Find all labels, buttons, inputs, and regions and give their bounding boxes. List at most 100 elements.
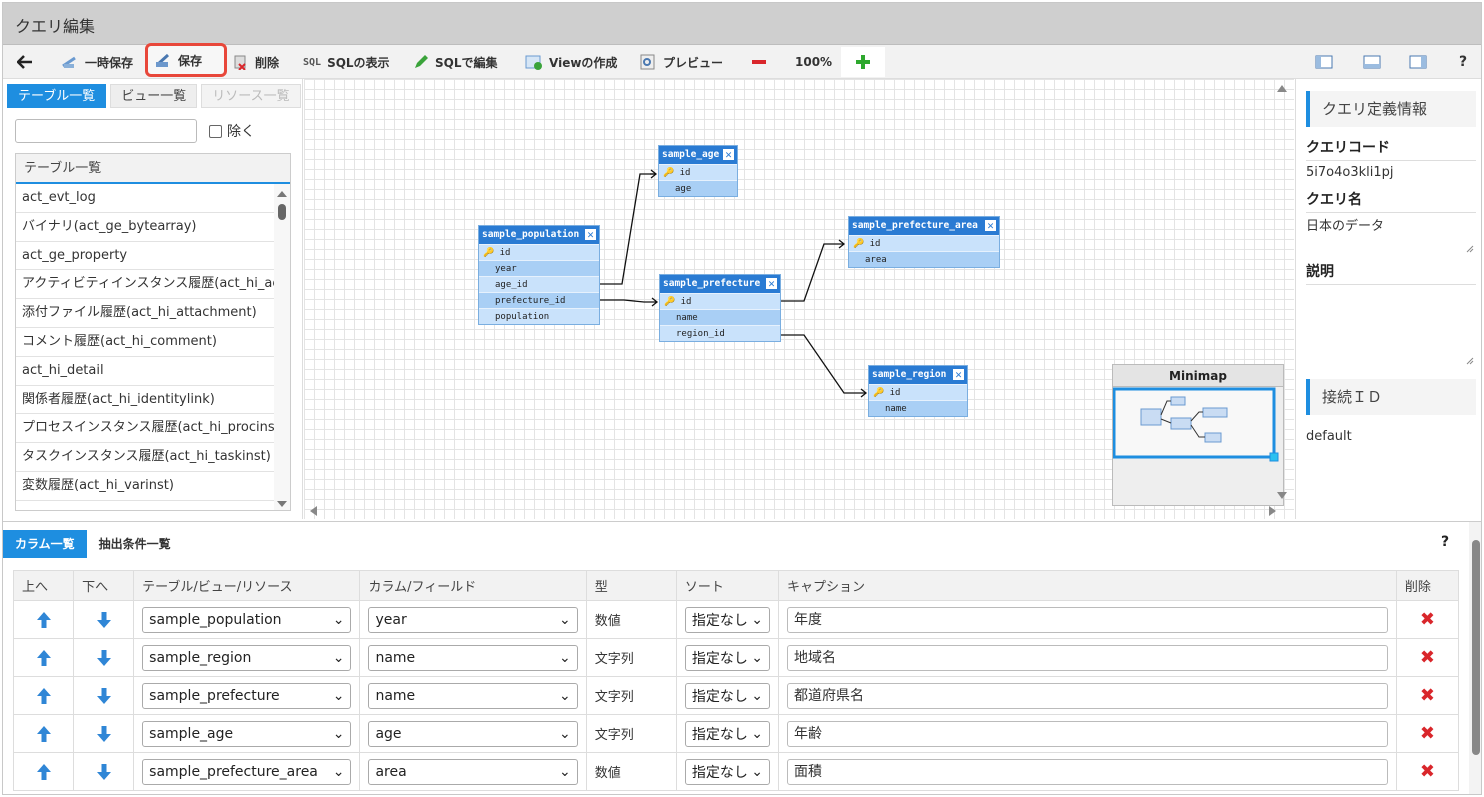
help-button[interactable]: ? — [1453, 47, 1473, 77]
column-row[interactable]: name — [660, 309, 780, 325]
canvas-scroll-right-icon[interactable] — [1268, 505, 1278, 517]
list-item[interactable]: act_evt_log — [16, 184, 274, 213]
list-item[interactable]: 関係者履歴(act_hi_identitylink) — [16, 386, 274, 415]
list-item[interactable]: 変数履歴(act_hi_varinst) — [16, 472, 274, 501]
sort-select[interactable]: 指定なし ⌄ — [684, 758, 771, 785]
minimap-view[interactable] — [1112, 387, 1283, 505]
delete-row-icon[interactable]: ✖ — [1405, 685, 1450, 706]
arrow-up-icon[interactable] — [36, 763, 52, 781]
close-icon[interactable]: ✕ — [722, 148, 735, 161]
table-header[interactable]: sample_age ✕ — [659, 146, 737, 164]
table-sample-population[interactable]: sample_population ✕ 🔑 id year age_id pref… — [478, 225, 600, 325]
scroll-thumb[interactable] — [278, 204, 286, 220]
preview-button[interactable]: プレビュー — [633, 47, 729, 77]
column-row[interactable]: 🔑 id — [869, 384, 967, 400]
list-item[interactable]: act_ge_property — [16, 242, 274, 271]
column-row[interactable]: 🔑 id — [479, 244, 599, 260]
caption-input[interactable]: 地域名 — [787, 644, 1388, 671]
table-select[interactable]: sample_population ⌄ — [142, 606, 352, 633]
sort-select[interactable]: 指定なし ⌄ — [684, 682, 771, 709]
show-sql-button[interactable]: SQL SQLの表示 — [297, 47, 396, 77]
exclude-checkbox[interactable]: 除く — [209, 121, 255, 141]
list-item[interactable]: バイナリ(act_ge_bytearray) — [16, 213, 274, 242]
caption-input[interactable]: 年齢 — [787, 720, 1388, 747]
temp-save-button[interactable]: 一時保存 — [55, 47, 139, 77]
column-select[interactable]: area ⌄ — [368, 758, 578, 785]
table-list-scrollbar[interactable] — [274, 184, 290, 510]
canvas-scroll-left-icon[interactable] — [308, 505, 318, 517]
layout-left-button[interactable] — [1309, 47, 1339, 77]
description-field[interactable] — [1306, 287, 1476, 367]
back-button[interactable] — [11, 47, 39, 77]
zoom-out-button[interactable] — [745, 47, 773, 77]
arrow-down-icon[interactable] — [96, 649, 112, 667]
table-sample-age[interactable]: sample_age ✕ 🔑 id age — [658, 145, 738, 197]
column-row[interactable]: year — [479, 260, 599, 276]
caption-input[interactable]: 年度 — [787, 606, 1388, 633]
table-sample-region[interactable]: sample_region ✕ 🔑 id name — [868, 365, 968, 417]
table-sample-prefecture-area[interactable]: sample_prefecture_area ✕ 🔑 id area — [848, 216, 1000, 268]
arrow-down-icon[interactable] — [96, 725, 112, 743]
column-row[interactable]: age — [659, 180, 737, 196]
table-sample-prefecture[interactable]: sample_prefecture ✕ 🔑 id name region_id — [659, 274, 781, 342]
sort-select[interactable]: 指定なし ⌄ — [684, 644, 771, 671]
table-header[interactable]: sample_prefecture_area ✕ — [849, 217, 999, 235]
arrow-up-icon[interactable] — [36, 611, 52, 629]
tab-resources[interactable]: リソース一覧 — [201, 84, 301, 108]
column-row[interactable]: 🔑 id — [849, 235, 999, 251]
canvas-scroll-down-icon[interactable] — [1276, 491, 1288, 501]
list-item[interactable]: 添付ファイル履歴(act_hi_attachment) — [16, 299, 274, 328]
bottom-help-button[interactable]: ? — [1441, 534, 1449, 550]
arrow-up-icon[interactable] — [36, 687, 52, 705]
resize-handle-icon[interactable] — [1466, 357, 1474, 365]
zoom-in-button[interactable] — [841, 47, 885, 77]
table-select[interactable]: sample_prefecture_area ⌄ — [142, 758, 352, 785]
column-row[interactable]: 🔑 id — [660, 293, 780, 309]
tab-views[interactable]: ビュー一覧 — [110, 84, 198, 108]
create-view-button[interactable]: Viewの作成 — [519, 47, 623, 77]
column-row[interactable]: name — [869, 400, 967, 416]
table-header[interactable]: sample_population ✕ — [479, 226, 599, 244]
caption-input[interactable]: 都道府県名 — [787, 682, 1388, 709]
column-select[interactable]: name ⌄ — [368, 644, 578, 671]
delete-row-icon[interactable]: ✖ — [1405, 609, 1450, 630]
delete-button[interactable]: 削除 — [227, 47, 285, 77]
exclude-checkbox-box[interactable] — [209, 124, 222, 138]
arrow-down-icon[interactable] — [96, 611, 112, 629]
edit-sql-button[interactable]: SQLで編集 — [407, 47, 504, 77]
column-select[interactable]: name ⌄ — [368, 682, 578, 709]
table-filter-input[interactable] — [15, 119, 197, 143]
scroll-up-icon[interactable] — [274, 188, 290, 200]
tab-tables[interactable]: テーブル一覧 — [7, 84, 107, 108]
table-header[interactable]: sample_prefecture ✕ — [660, 275, 780, 293]
delete-row-icon[interactable]: ✖ — [1405, 761, 1450, 782]
tab-conditions[interactable]: 抽出条件一覧 — [87, 530, 183, 558]
arrow-down-icon[interactable] — [96, 763, 112, 781]
arrow-up-icon[interactable] — [36, 725, 52, 743]
table-header[interactable]: sample_region ✕ — [869, 366, 967, 384]
arrow-down-icon[interactable] — [96, 687, 112, 705]
tab-columns[interactable]: カラム一覧 — [3, 530, 87, 558]
column-row[interactable]: region_id — [660, 325, 780, 341]
column-row[interactable]: population — [479, 308, 599, 324]
close-icon[interactable]: ✕ — [984, 219, 997, 232]
caption-input[interactable]: 面積 — [787, 758, 1388, 785]
canvas-scroll-up-icon[interactable] — [1276, 83, 1288, 93]
minimap[interactable]: Minimap — [1112, 364, 1284, 506]
sort-select[interactable]: 指定なし ⌄ — [684, 720, 771, 747]
table-select[interactable]: sample_region ⌄ — [142, 644, 352, 671]
resize-handle-icon[interactable] — [1466, 245, 1474, 253]
list-item[interactable]: プロセスインスタンス履歴(act_hi_procinst) — [16, 414, 274, 444]
diagram-canvas[interactable]: sample_age ✕ 🔑 id age sample_population ✕ … — [304, 79, 1294, 519]
save-button[interactable]: 保存 — [145, 43, 227, 77]
list-item[interactable]: アクティビティインスタンス履歴(act_hi_act — [16, 270, 274, 300]
delete-row-icon[interactable]: ✖ — [1405, 647, 1450, 668]
close-icon[interactable]: ✕ — [584, 228, 597, 241]
layout-bottom-button[interactable] — [1357, 47, 1387, 77]
table-select[interactable]: sample_prefecture ⌄ — [142, 682, 352, 709]
sort-select[interactable]: 指定なし ⌄ — [684, 606, 771, 633]
bottom-scroll-thumb[interactable] — [1472, 540, 1480, 755]
column-row[interactable]: area — [849, 251, 999, 267]
query-name-field[interactable]: 日本のデータ — [1306, 215, 1476, 255]
close-icon[interactable]: ✕ — [952, 368, 965, 381]
